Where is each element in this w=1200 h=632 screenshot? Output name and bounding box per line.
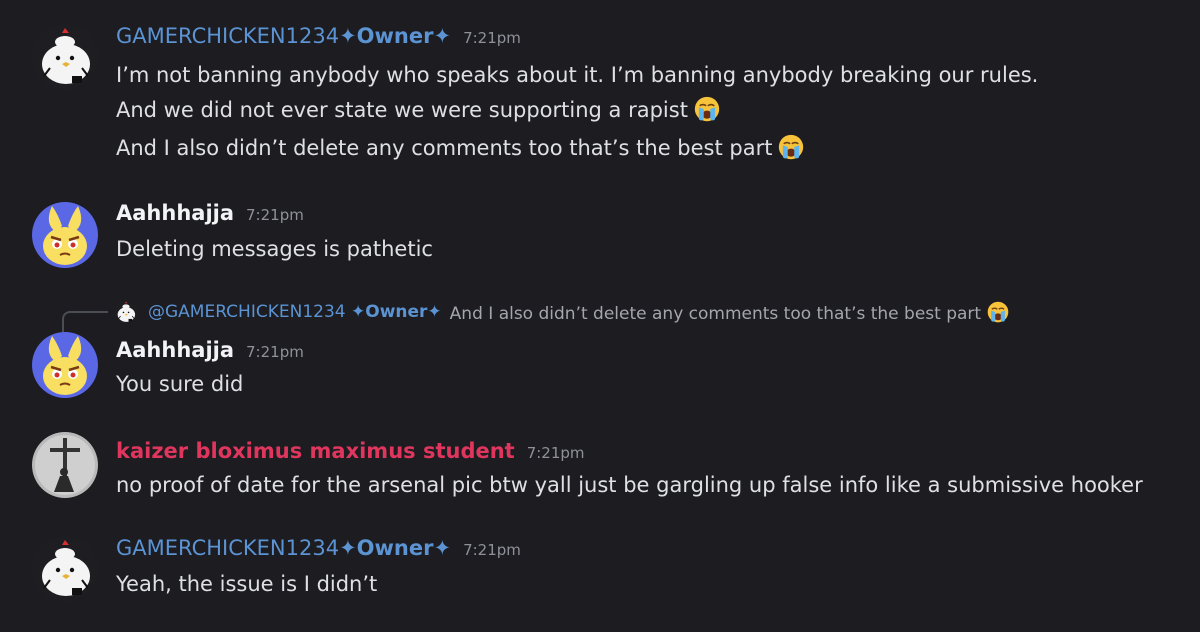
message-header: kaizer bloximus maximus student 7:21pm xyxy=(116,439,585,463)
chat-view: GAMERCHICKEN1234✦Owner✦ 7:21pm I’m not b… xyxy=(0,0,1200,632)
message-header: Aahhhajja 7:21pm xyxy=(116,338,304,362)
timestamp: 7:21pm xyxy=(246,343,304,361)
message-text-content: And we did not ever state we were suppor… xyxy=(116,98,688,122)
message-text: Yeah, the issue is I didn’t xyxy=(116,572,378,596)
message-text: no proof of date for the arsenal pic btw… xyxy=(116,473,1143,497)
avatar[interactable] xyxy=(32,432,98,498)
role-tag: ✦Owner✦ xyxy=(339,536,452,560)
author-name[interactable]: Aahhhajja xyxy=(116,338,234,362)
timestamp: 7:21pm xyxy=(246,206,304,224)
role-tag: ✦Owner✦ xyxy=(339,24,452,48)
message-text: You sure did xyxy=(116,372,244,396)
timestamp: 7:21pm xyxy=(463,29,521,47)
reply-snippet-text: And I also didn’t delete any comments to… xyxy=(449,303,982,324)
timestamp: 7:21pm xyxy=(463,541,521,559)
author-name[interactable]: kaizer bloximus maximus student xyxy=(116,439,515,463)
avatar[interactable] xyxy=(32,24,98,90)
role-tag: ✦Owner✦ xyxy=(351,302,442,322)
avatar[interactable] xyxy=(32,332,98,398)
loudly-crying-face-icon xyxy=(778,134,804,160)
message-header: Aahhhajja 7:21pm xyxy=(116,201,304,225)
reply-author[interactable]: @GAMERCHICKEN1234 ✦Owner✦ xyxy=(148,302,442,322)
author-name[interactable]: Aahhhajja xyxy=(116,201,234,225)
timestamp: 7:21pm xyxy=(526,444,585,462)
author-name[interactable]: GAMERCHICKEN1234✦Owner✦ xyxy=(116,24,451,48)
message-header: GAMERCHICKEN1234✦Owner✦ 7:21pm xyxy=(116,24,521,48)
author-name[interactable]: GAMERCHICKEN1234✦Owner✦ xyxy=(116,536,451,560)
author-username: GAMERCHICKEN1234 xyxy=(116,536,340,560)
message-text: I’m not banning anybody who speaks about… xyxy=(116,63,1039,87)
loudly-crying-face-icon xyxy=(987,301,1009,323)
reply-preview[interactable]: @GAMERCHICKEN1234 ✦Owner✦ And I also did… xyxy=(114,298,1009,326)
message-text: And I also didn’t delete any comments to… xyxy=(116,134,804,162)
avatar[interactable] xyxy=(32,536,98,602)
author-username: GAMERCHICKEN1234 xyxy=(116,24,340,48)
message-text: And we did not ever state we were suppor… xyxy=(116,96,720,124)
reply-author-username: @GAMERCHICKEN1234 xyxy=(148,302,346,322)
message-text-content: And I also didn’t delete any comments to… xyxy=(116,136,773,160)
reply-snippet: And I also didn’t delete any comments to… xyxy=(450,301,1009,324)
loudly-crying-face-icon xyxy=(694,96,720,122)
reply-avatar xyxy=(114,300,138,324)
message-text: Deleting messages is pathetic xyxy=(116,237,433,261)
message-header: GAMERCHICKEN1234✦Owner✦ 7:21pm xyxy=(116,536,521,560)
avatar[interactable] xyxy=(32,202,98,268)
